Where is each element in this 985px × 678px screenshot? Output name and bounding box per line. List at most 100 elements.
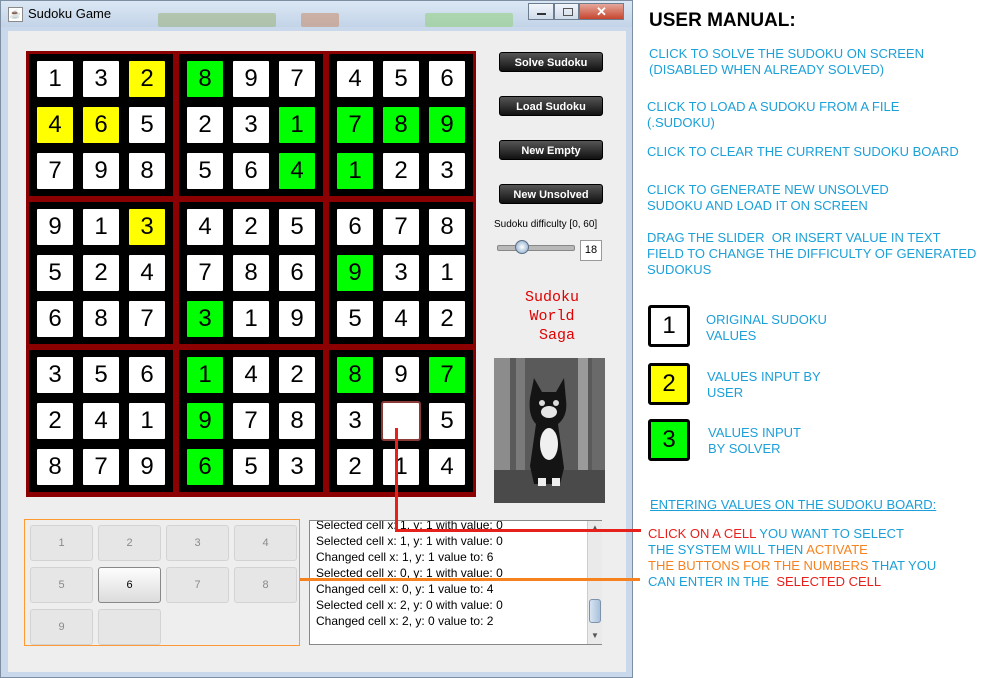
number-button-6[interactable]: 6	[98, 567, 161, 603]
log-area[interactable]: Selected cell x: 1, y: 1 with value: 0 Se…	[309, 520, 602, 645]
number-button-1[interactable]: 1	[30, 525, 93, 561]
number-button-7[interactable]: 7	[166, 567, 229, 603]
sudoku-cell[interactable]: 7	[381, 207, 421, 247]
sudoku-cell[interactable]: 1	[35, 59, 75, 99]
sudoku-cell[interactable]: 5	[335, 299, 375, 339]
sudoku-cell[interactable]: 3	[127, 207, 167, 247]
sudoku-cell[interactable]: 9	[185, 401, 225, 441]
sudoku-cell[interactable]: 4	[127, 253, 167, 293]
sudoku-cell[interactable]: 4	[277, 151, 317, 191]
sudoku-cell[interactable]: 6	[35, 299, 75, 339]
sudoku-cell[interactable]: 8	[335, 355, 375, 395]
sudoku-cell[interactable]: 2	[231, 207, 271, 247]
load-sudoku-button[interactable]: Load Sudoku	[499, 96, 603, 116]
sudoku-cell[interactable]: 6	[427, 59, 467, 99]
difficulty-input[interactable]: 18	[580, 240, 602, 261]
sudoku-cell[interactable]: 6	[231, 151, 271, 191]
sudoku-cell[interactable]: 9	[335, 253, 375, 293]
new-empty-button[interactable]: New Empty	[499, 140, 603, 160]
sudoku-cell[interactable]: 4	[185, 207, 225, 247]
number-button-3[interactable]: 3	[166, 525, 229, 561]
sudoku-cell[interactable]: 9	[127, 447, 167, 487]
sudoku-cell[interactable]: 7	[277, 59, 317, 99]
sudoku-cell[interactable]: 7	[81, 447, 121, 487]
number-button-4[interactable]: 4	[234, 525, 297, 561]
sudoku-cell[interactable]: 3	[277, 447, 317, 487]
sudoku-cell[interactable]: 3	[35, 355, 75, 395]
sudoku-cell[interactable]: 1	[335, 151, 375, 191]
sudoku-cell[interactable]: 5	[381, 59, 421, 99]
sudoku-cell[interactable]: 9	[277, 299, 317, 339]
sudoku-cell[interactable]: 5	[185, 151, 225, 191]
sudoku-cell[interactable]: 2	[427, 299, 467, 339]
sudoku-cell[interactable]: 4	[381, 299, 421, 339]
sudoku-cell[interactable]: 4	[231, 355, 271, 395]
sudoku-cell[interactable]: 8	[427, 207, 467, 247]
sudoku-cell[interactable]: 2	[335, 447, 375, 487]
number-button-blank[interactable]	[98, 609, 161, 645]
sudoku-cell[interactable]: 6	[277, 253, 317, 293]
number-button-9[interactable]: 9	[30, 609, 93, 645]
log-scrollbar[interactable]: ▲ ▼	[587, 521, 602, 644]
solve-sudoku-button[interactable]: Solve Sudoku	[499, 52, 603, 72]
sudoku-cell[interactable]: 8	[185, 59, 225, 99]
sudoku-cell[interactable]	[381, 401, 421, 441]
sudoku-cell[interactable]: 4	[427, 447, 467, 487]
sudoku-cell[interactable]: 5	[81, 355, 121, 395]
sudoku-cell[interactable]: 4	[335, 59, 375, 99]
number-button-5[interactable]: 5	[30, 567, 93, 603]
sudoku-cell[interactable]: 2	[277, 355, 317, 395]
sudoku-cell[interactable]: 4	[81, 401, 121, 441]
sudoku-cell[interactable]: 7	[335, 105, 375, 145]
sudoku-cell[interactable]: 1	[127, 401, 167, 441]
sudoku-cell[interactable]: 8	[277, 401, 317, 441]
sudoku-cell[interactable]: 6	[335, 207, 375, 247]
sudoku-cell[interactable]: 3	[185, 299, 225, 339]
difficulty-slider-thumb[interactable]	[515, 240, 529, 254]
sudoku-cell[interactable]: 2	[185, 105, 225, 145]
sudoku-cell[interactable]: 8	[35, 447, 75, 487]
sudoku-cell[interactable]: 5	[277, 207, 317, 247]
sudoku-cell[interactable]: 4	[35, 105, 75, 145]
minimize-button[interactable]	[528, 3, 554, 20]
sudoku-cell[interactable]: 3	[231, 105, 271, 145]
sudoku-cell[interactable]: 1	[231, 299, 271, 339]
sudoku-cell[interactable]: 2	[81, 253, 121, 293]
sudoku-cell[interactable]: 7	[427, 355, 467, 395]
maximize-button[interactable]	[554, 3, 579, 20]
sudoku-cell[interactable]: 1	[381, 447, 421, 487]
sudoku-cell[interactable]: 6	[185, 447, 225, 487]
sudoku-cell[interactable]: 2	[35, 401, 75, 441]
number-button-8[interactable]: 8	[234, 567, 297, 603]
sudoku-cell[interactable]: 2	[127, 59, 167, 99]
sudoku-cell[interactable]: 9	[427, 105, 467, 145]
scroll-thumb[interactable]	[589, 599, 601, 623]
sudoku-cell[interactable]: 7	[185, 253, 225, 293]
scroll-down-arrow-icon[interactable]: ▼	[589, 631, 601, 641]
sudoku-cell[interactable]: 8	[231, 253, 271, 293]
sudoku-cell[interactable]: 8	[381, 105, 421, 145]
sudoku-cell[interactable]: 8	[127, 151, 167, 191]
sudoku-cell[interactable]: 7	[35, 151, 75, 191]
sudoku-cell[interactable]: 3	[81, 59, 121, 99]
close-button[interactable]: ✕	[579, 3, 624, 20]
sudoku-cell[interactable]: 3	[427, 151, 467, 191]
new-unsolved-button[interactable]: New Unsolved	[499, 184, 603, 204]
sudoku-cell[interactable]: 1	[185, 355, 225, 395]
sudoku-cell[interactable]: 9	[81, 151, 121, 191]
number-button-2[interactable]: 2	[98, 525, 161, 561]
sudoku-cell[interactable]: 3	[335, 401, 375, 441]
sudoku-cell[interactable]: 6	[81, 105, 121, 145]
sudoku-cell[interactable]: 1	[277, 105, 317, 145]
sudoku-cell[interactable]: 1	[427, 253, 467, 293]
sudoku-cell[interactable]: 1	[81, 207, 121, 247]
sudoku-cell[interactable]: 7	[231, 401, 271, 441]
sudoku-cell[interactable]: 9	[35, 207, 75, 247]
sudoku-cell[interactable]: 8	[81, 299, 121, 339]
difficulty-slider[interactable]	[497, 245, 575, 251]
sudoku-cell[interactable]: 2	[381, 151, 421, 191]
sudoku-cell[interactable]: 5	[427, 401, 467, 441]
sudoku-cell[interactable]: 6	[127, 355, 167, 395]
sudoku-cell[interactable]: 5	[231, 447, 271, 487]
sudoku-cell[interactable]: 5	[127, 105, 167, 145]
